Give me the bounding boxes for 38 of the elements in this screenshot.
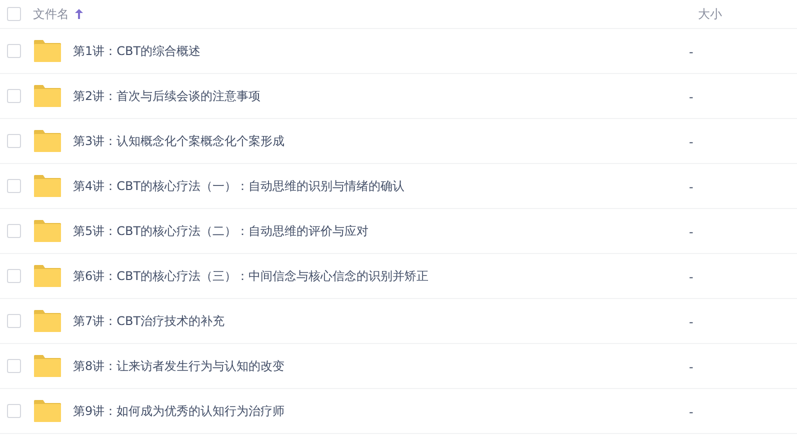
file-size: - (689, 45, 694, 59)
folder-icon (34, 400, 61, 422)
folder-icon (34, 355, 61, 377)
folder-icon (34, 310, 61, 332)
folder-icon (34, 85, 61, 107)
folder-icon (34, 220, 61, 242)
file-name[interactable]: 第7讲：CBT治疗技术的补充 (73, 312, 225, 330)
checkbox[interactable] (7, 89, 21, 103)
file-name[interactable]: 第2讲：首次与后续会谈的注意事项 (73, 87, 261, 105)
file-size: - (689, 315, 694, 329)
file-name[interactable]: 第4讲：CBT的核心疗法（一）：自动思维的识别与情绪的确认 (73, 177, 405, 195)
file-size: - (689, 270, 694, 284)
file-size: - (689, 225, 694, 239)
file-name[interactable]: 第5讲：CBT的核心疗法（二）：自动思维的评价与应对 (73, 222, 369, 240)
file-name[interactable]: 第6讲：CBT的核心疗法（三）：中间信念与核心信念的识别并矫正 (73, 267, 429, 285)
checkbox[interactable] (7, 224, 21, 238)
folder-icon (34, 265, 61, 287)
checkbox[interactable] (7, 359, 21, 373)
checkbox[interactable] (7, 7, 21, 21)
checkbox[interactable] (7, 134, 21, 148)
checkbox[interactable] (7, 269, 21, 283)
file-size: - (689, 135, 694, 149)
checkbox[interactable] (7, 404, 21, 418)
file-size: - (689, 360, 694, 374)
file-name[interactable]: 第3讲：认知概念化个案概念化个案形成 (73, 132, 285, 150)
file-name[interactable]: 第1讲：CBT的综合概述 (73, 42, 201, 60)
folder-icon (34, 130, 61, 152)
sort-arrow-icon[interactable] (75, 9, 83, 19)
checkbox[interactable] (7, 179, 21, 193)
file-size: - (689, 405, 694, 419)
folder-icon (34, 40, 61, 62)
checkbox[interactable] (7, 44, 21, 58)
file-size: - (689, 180, 694, 194)
checkbox[interactable] (7, 314, 21, 328)
file-name[interactable]: 第8讲：让来访者发生行为与认知的改变 (73, 357, 285, 375)
folder-icon (34, 175, 61, 197)
file-name[interactable]: 第9讲：如何成为优秀的认知行为治疗师 (73, 402, 285, 420)
file-size: - (689, 90, 694, 104)
